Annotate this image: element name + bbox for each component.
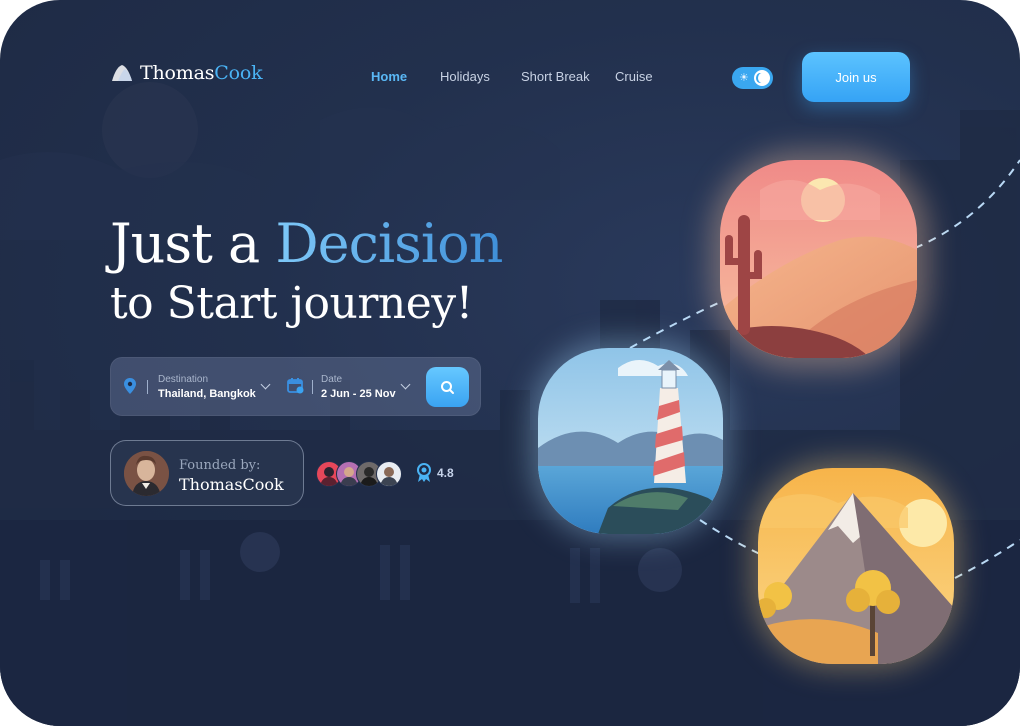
brand-name: ThomasCook [140, 62, 263, 84]
page-frame: ThomasCook Home Holidays Short Break Cru… [0, 0, 1020, 726]
search-bar: Destination Thailand, Bangkok Date 2 Jun… [110, 357, 481, 416]
join-button[interactable]: Join us [802, 52, 910, 102]
separator [312, 380, 313, 394]
founder-avatar [124, 451, 169, 496]
theme-toggle[interactable]: ☀ [732, 67, 773, 89]
brand-name-part2: Cook [214, 62, 263, 84]
location-pin-icon [124, 378, 136, 394]
destination-value: Thailand, Bangkok [158, 388, 256, 400]
nav-short-break[interactable]: Short Break [521, 69, 590, 84]
hero-title-text: Just a [110, 212, 276, 275]
sun-icon: ☀ [739, 72, 749, 84]
calendar-icon [287, 378, 304, 394]
logo-icon [112, 65, 132, 81]
nav-home[interactable]: Home [371, 69, 407, 84]
hero-title-line2: to Start journey! [110, 278, 473, 329]
date-value: 2 Jun - 25 Nov [321, 388, 396, 400]
date-label: Date [321, 374, 343, 385]
search-button[interactable] [426, 367, 469, 407]
desert-illustration [720, 160, 917, 358]
nav-cruise[interactable]: Cruise [615, 69, 653, 84]
nav-holidays[interactable]: Holidays [440, 69, 490, 84]
hero-title-line1: Just a Decision [110, 212, 503, 276]
destination-card-desert[interactable] [720, 160, 917, 358]
brand-name-part1: Thomas [140, 62, 215, 84]
rating: 4.8 [415, 463, 454, 483]
destination-card-mountain[interactable] [758, 468, 954, 664]
hero-title-accent: Decision [275, 212, 503, 275]
award-icon [417, 463, 431, 482]
avatar [376, 461, 402, 487]
brand-logo[interactable]: ThomasCook [110, 62, 263, 84]
founder-name: ThomasCook [179, 475, 284, 494]
founder-card[interactable]: Founded by: ThomasCook [110, 440, 304, 506]
destination-label: Destination [158, 374, 209, 385]
lighthouse-illustration [538, 348, 723, 534]
mountain-illustration [758, 468, 954, 664]
moon-icon [754, 70, 770, 86]
chevron-down-icon[interactable] [260, 379, 271, 390]
chevron-down-icon[interactable] [400, 379, 411, 390]
founded-label: Founded by: [179, 458, 261, 473]
rating-value: 4.8 [437, 466, 454, 480]
separator [147, 380, 148, 394]
destination-card-lighthouse[interactable] [538, 348, 723, 534]
search-icon [441, 381, 454, 394]
